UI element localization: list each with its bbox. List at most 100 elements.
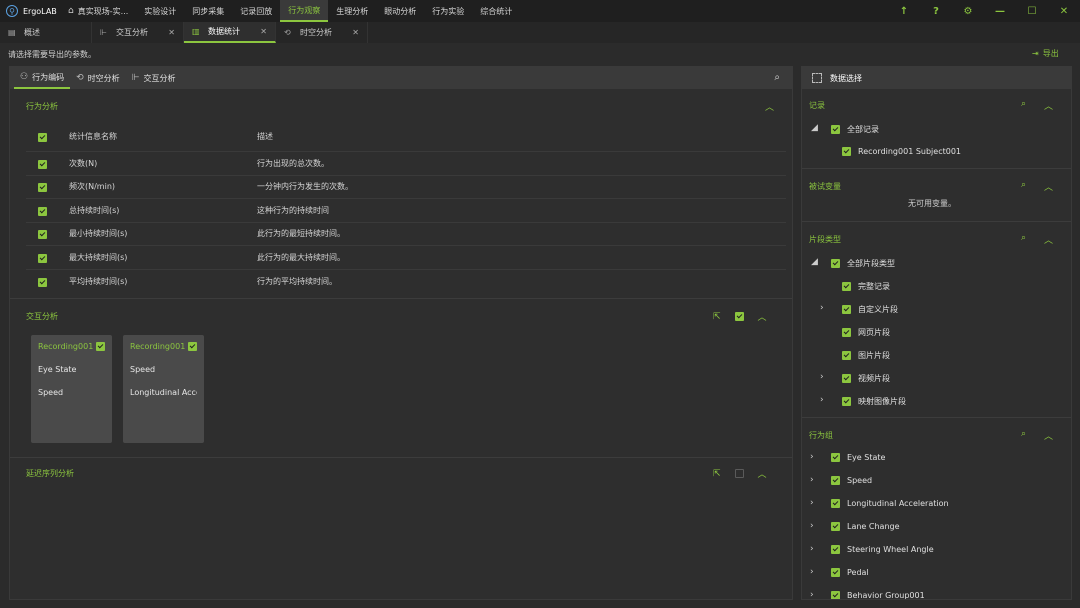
segment-checkbox[interactable] — [842, 374, 851, 383]
chevron-right-icon[interactable]: › — [810, 475, 814, 485]
select-all-interaction-checkbox[interactable] — [734, 312, 744, 321]
collapse-interaction-icon[interactable]: ︿ — [758, 310, 767, 323]
menu-eye-tracking[interactable]: 眼动分析 — [376, 0, 424, 22]
close-tab-icon[interactable]: ✕ — [168, 28, 175, 37]
menu-physio-analysis[interactable]: 生理分析 — [328, 0, 376, 22]
all-segments-checkbox[interactable] — [831, 259, 840, 268]
segment-type-item[interactable]: 视频片段 — [842, 373, 890, 384]
card-checkbox[interactable] — [96, 342, 105, 351]
segment-type-item[interactable]: 自定义片段 — [842, 304, 898, 315]
close-tab-icon[interactable]: ✕ — [352, 28, 359, 37]
select-all-checkbox[interactable] — [38, 133, 47, 142]
minimize-icon[interactable]: — — [984, 0, 1016, 22]
card-checkbox[interactable] — [188, 342, 197, 351]
search-icon[interactable]: ⌕ — [1021, 99, 1026, 112]
chevron-right-icon[interactable]: › — [810, 498, 814, 508]
add-export-icon[interactable]: ⇱ — [713, 312, 721, 322]
chevron-right-icon[interactable]: › — [820, 372, 824, 382]
row-checkbox[interactable] — [38, 230, 47, 240]
chevron-right-icon[interactable]: › — [820, 395, 824, 405]
collapse-icon[interactable]: ︿ — [1044, 233, 1053, 246]
segment-checkbox[interactable] — [842, 397, 851, 406]
upgrade-icon[interactable]: ↑ — [888, 0, 920, 22]
segment-checkbox[interactable] — [842, 328, 851, 337]
tab-data-statistics[interactable]: ▥ 数据统计 ✕ — [184, 22, 276, 43]
interaction-card[interactable]: Recording001 Speed Longitudinal Acce — [123, 335, 204, 443]
collapse-icon[interactable]: ︿ — [1044, 429, 1053, 442]
collapse-behavior-icon[interactable]: ︿ — [765, 100, 774, 113]
search-icon[interactable]: ⌕ — [1021, 233, 1026, 246]
help-icon[interactable]: ? — [920, 0, 952, 22]
interaction-card[interactable]: Recording001 Eye State Speed — [31, 335, 112, 443]
chevron-right-icon[interactable]: › — [810, 544, 814, 554]
chevron-right-icon[interactable]: › — [810, 590, 814, 599]
row-checkbox[interactable] — [38, 159, 47, 169]
group-checkbox[interactable] — [831, 476, 840, 485]
menu-experiment-design[interactable]: 实验设计 — [136, 0, 184, 22]
behavior-group-item[interactable]: Lane Change — [831, 522, 900, 531]
tab-overview[interactable]: ▤ 概述 — [0, 22, 92, 43]
behavior-group-item[interactable]: Behavior Group001 — [831, 591, 925, 599]
collapse-lag-icon[interactable]: ︿ — [758, 467, 767, 480]
group-checkbox[interactable] — [831, 591, 840, 599]
group-checkbox[interactable] — [831, 522, 840, 531]
select-all-lag-checkbox[interactable] — [734, 469, 744, 478]
table-row[interactable]: 最小持续时间(s) 此行为的最短持续时间。 — [26, 223, 786, 246]
search-icon[interactable]: ⌕ — [774, 72, 780, 83]
group-checkbox[interactable] — [831, 568, 840, 577]
chevron-right-icon[interactable]: › — [820, 303, 824, 313]
menu-statistics[interactable]: 综合统计 — [472, 0, 520, 22]
record-checkbox[interactable] — [842, 147, 851, 156]
row-checkbox[interactable] — [38, 183, 47, 193]
tab-interaction-analysis[interactable]: ⊩ 交互分析 ✕ — [92, 22, 184, 43]
tab-interaction[interactable]: ⊩ 交互分析 — [126, 67, 182, 89]
segment-type-item[interactable]: 完整记录 — [842, 281, 890, 292]
segment-checkbox[interactable] — [842, 351, 851, 360]
all-segment-types-item[interactable]: 全部片段类型 — [831, 258, 895, 269]
close-icon[interactable]: ✕ — [1048, 0, 1080, 22]
all-records-item[interactable]: 全部记录 — [831, 124, 879, 135]
behavior-group-item[interactable]: Steering Wheel Angle — [831, 545, 934, 554]
group-checkbox[interactable] — [831, 499, 840, 508]
group-checkbox[interactable] — [831, 453, 840, 462]
collapse-icon[interactable]: ︿ — [1044, 180, 1053, 193]
export-button[interactable]: ⇥ 导出 — [1032, 48, 1059, 59]
tab-spacetime-analysis[interactable]: ⟲ 时空分析 ✕ — [276, 22, 368, 43]
add-export-icon[interactable]: ⇱ — [713, 469, 721, 479]
collapse-icon[interactable]: ︿ — [1044, 99, 1053, 112]
table-row[interactable]: 总持续时间(s) 这种行为的持续时间 — [26, 199, 786, 223]
segment-checkbox[interactable] — [842, 282, 851, 291]
settings-gear-icon[interactable]: ⚙ — [952, 0, 984, 22]
chevron-right-icon[interactable]: › — [810, 452, 814, 462]
behavior-group-item[interactable]: Eye State — [831, 453, 885, 462]
menu-behavior-experiment[interactable]: 行为实验 — [424, 0, 472, 22]
chevron-right-icon[interactable]: › — [810, 567, 814, 577]
table-row[interactable]: 最大持续时间(s) 此行为的最大持续时间。 — [26, 246, 786, 270]
table-row[interactable]: 平均持续时间(s) 行为的平均持续时间。 — [26, 270, 786, 294]
row-checkbox[interactable] — [38, 253, 47, 263]
close-tab-icon[interactable]: ✕ — [260, 27, 267, 36]
table-row[interactable]: 次数(N) 行为出现的总次数。 — [26, 152, 786, 176]
all-records-checkbox[interactable] — [831, 125, 840, 134]
segment-type-item[interactable]: 网页片段 — [842, 327, 890, 338]
segment-checkbox[interactable] — [842, 305, 851, 314]
segment-type-item[interactable]: 图片片段 — [842, 350, 890, 361]
row-checkbox[interactable] — [38, 277, 47, 287]
record-item[interactable]: Recording001 Subject001 — [842, 147, 961, 156]
menu-behavior-observation[interactable]: 行为观察 — [280, 0, 329, 22]
menu-field-experiment[interactable]: ⌂ 真实现场-实... — [60, 0, 136, 22]
segment-type-item[interactable]: 映射图像片段 — [842, 396, 906, 407]
menu-record-playback[interactable]: 记录回放 — [232, 0, 280, 22]
search-icon[interactable]: ⌕ — [1021, 180, 1026, 193]
row-checkbox[interactable] — [38, 206, 47, 216]
behavior-group-item[interactable]: Longitudinal Acceleration — [831, 499, 949, 508]
tab-spacetime[interactable]: ⟲ 时空分析 — [70, 67, 126, 89]
group-checkbox[interactable] — [831, 545, 840, 554]
behavior-group-item[interactable]: Pedal — [831, 568, 869, 577]
behavior-group-item[interactable]: Speed — [831, 476, 872, 485]
maximize-icon[interactable]: ☐ — [1016, 0, 1048, 22]
tab-behavior-coding[interactable]: ⚇ 行为编码 — [14, 67, 71, 89]
expanded-arrow-icon[interactable]: ◢ — [811, 123, 818, 133]
expanded-arrow-icon[interactable]: ◢ — [811, 257, 818, 267]
search-icon[interactable]: ⌕ — [1021, 429, 1026, 442]
